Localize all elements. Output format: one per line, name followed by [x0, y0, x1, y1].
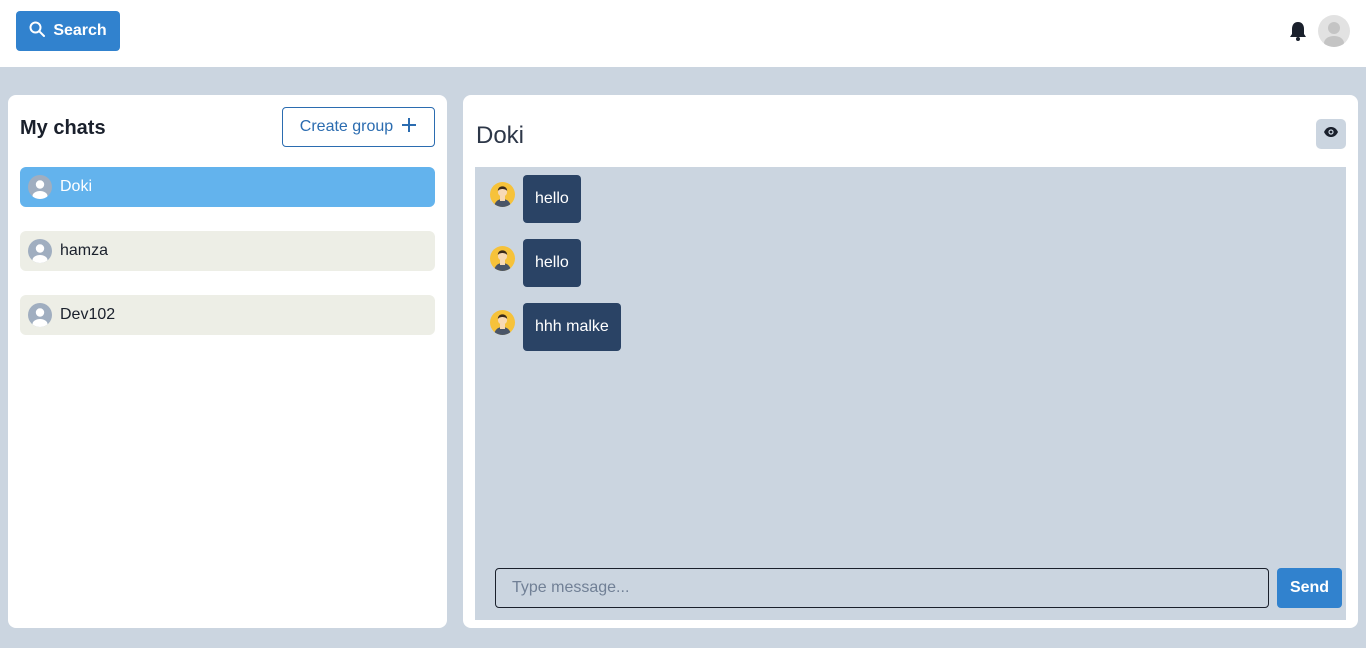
message-row: hello — [490, 175, 581, 223]
my-chats-title: My chats — [20, 117, 106, 139]
top-bar: Search — [0, 0, 1366, 67]
search-icon — [29, 21, 46, 42]
search-button-label: Search — [53, 22, 107, 39]
message-row: hhh malke — [490, 303, 621, 351]
sender-avatar — [490, 246, 515, 271]
messages-area[interactable]: hello hello hhh malke Type message... Se… — [475, 167, 1346, 620]
chat-list-item[interactable]: Dev102 — [20, 295, 435, 335]
chat-name: Dev102 — [60, 306, 116, 323]
user-avatar-icon — [28, 303, 52, 327]
message-row: hello — [490, 239, 581, 287]
view-profile-button[interactable] — [1316, 119, 1346, 149]
chat-list-item[interactable]: Doki — [20, 167, 435, 207]
avatar[interactable] — [1318, 15, 1350, 47]
message-bubble: hello — [523, 239, 581, 287]
eye-icon — [1323, 125, 1339, 143]
chat-panel: Doki hello hello hhh malke Type message.… — [463, 95, 1358, 628]
send-button[interactable]: Send — [1277, 568, 1342, 608]
sender-avatar — [490, 310, 515, 335]
sender-avatar — [490, 182, 515, 207]
chat-list-item[interactable]: hamza — [20, 231, 435, 271]
user-avatar-icon — [28, 175, 52, 199]
search-button[interactable]: Search — [16, 11, 120, 51]
user-avatar-icon — [28, 239, 52, 263]
message-bubble: hhh malke — [523, 303, 621, 351]
message-input[interactable] — [495, 568, 1269, 608]
chat-name: hamza — [60, 242, 109, 259]
bell-icon[interactable] — [1287, 20, 1309, 42]
create-group-button[interactable]: Create group — [282, 107, 435, 147]
chat-name: Doki — [60, 178, 93, 195]
message-bubble: hello — [523, 175, 581, 223]
my-chats-panel: My chats Create group Doki hamza Dev102 — [8, 95, 447, 628]
plus-icon — [401, 117, 417, 138]
create-group-label: Create group — [299, 118, 394, 135]
chat-title: Doki — [476, 122, 525, 149]
